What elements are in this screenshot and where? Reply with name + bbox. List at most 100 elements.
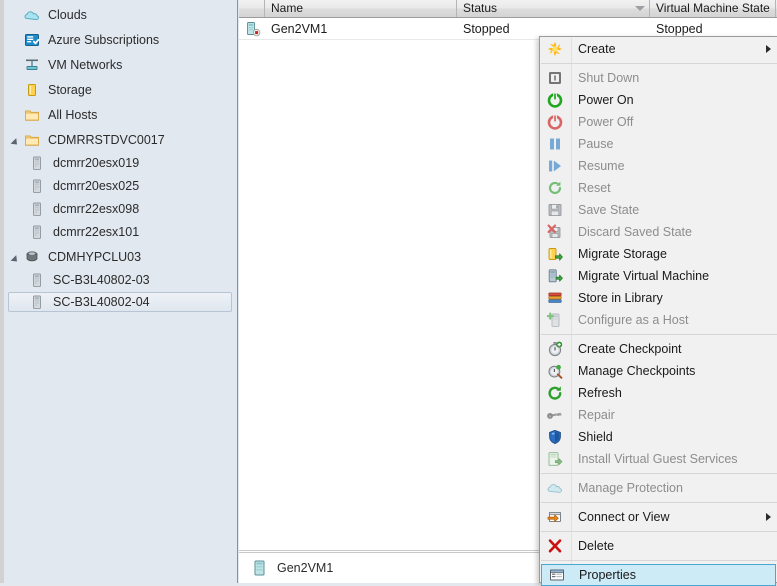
- sidebar-item-dcmrr22esx101[interactable]: dcmrr22esx101: [4, 221, 236, 243]
- create-checkpoint-icon: [540, 338, 570, 360]
- sidebar-item-label: CDMHYPCLU03: [48, 250, 142, 264]
- column-header-label: Name: [271, 1, 304, 15]
- host-icon: [29, 155, 47, 171]
- sidebar-item-cdmrrstdvc0017[interactable]: CDMRRSTDVC0017: [4, 129, 236, 151]
- host-icon: [29, 294, 47, 310]
- menu-item-label: Store in Library: [578, 291, 663, 305]
- folder-icon: [24, 107, 42, 123]
- storage-icon: [24, 82, 42, 98]
- menu-item-power-on[interactable]: Power On: [540, 89, 777, 111]
- column-header-name[interactable]: Name: [265, 0, 457, 17]
- menu-item-label: Create Checkpoint: [578, 342, 682, 356]
- menu-item-install-virtual-guest-services: Install Virtual Guest Services: [540, 448, 777, 470]
- sidebar-item-label: CDMRRSTDVC0017: [48, 133, 165, 147]
- sidebar-item-dcmrr20esx025[interactable]: dcmrr20esx025: [4, 175, 236, 197]
- shutdown-icon: [540, 67, 570, 89]
- discard-saved-state-icon: [540, 221, 570, 243]
- cell-vmstate: Stopped: [656, 21, 703, 36]
- status-bar-text: Gen2VM1: [277, 561, 334, 575]
- vm-icon: [251, 559, 269, 577]
- menu-item-pause: Pause: [540, 133, 777, 155]
- sidebar-item-dcmrr20esx019[interactable]: dcmrr20esx019: [4, 152, 236, 174]
- column-header-label: Status: [463, 1, 498, 15]
- menu-item-refresh[interactable]: Refresh: [540, 382, 777, 404]
- sidebar-item-all-hosts[interactable]: All Hosts: [4, 104, 236, 126]
- menu-item-manage-protection: Manage Protection: [540, 477, 777, 499]
- menu-item-power-off: Power Off: [540, 111, 777, 133]
- sidebar-item-sc-b3l40802-04[interactable]: SC-B3L40802-04: [8, 292, 232, 312]
- cloud-icon: [24, 7, 42, 23]
- sidebar-item-label: All Hosts: [48, 108, 98, 122]
- sidebar-item-label: Storage: [48, 83, 92, 97]
- menu-item-label: Delete: [578, 539, 615, 553]
- install-guest-services-icon: [540, 448, 570, 470]
- sidebar-item-dcmrr22esx098[interactable]: dcmrr22esx098: [4, 198, 236, 220]
- host-tree[interactable]: Clouds Azure Subscriptions VM Networks Stor…: [4, 0, 236, 312]
- menu-item-label: Shut Down: [578, 71, 640, 85]
- submenu-arrow-icon: [759, 513, 777, 521]
- menu-item-label: Refresh: [578, 386, 622, 400]
- sidebar-item-label: dcmrr20esx019: [53, 156, 140, 170]
- azure-subscriptions-icon: [24, 32, 42, 48]
- sidebar-item-cdmhypclu03[interactable]: CDMHYPCLU03: [4, 246, 236, 268]
- menu-item-label: Migrate Storage: [578, 247, 667, 261]
- menu-item-delete[interactable]: Delete: [540, 535, 777, 557]
- resume-icon: [540, 155, 570, 177]
- host-icon: [29, 201, 47, 217]
- save-state-icon: [540, 199, 570, 221]
- menu-item-resume: Resume: [540, 155, 777, 177]
- menu-item-label: Shield: [578, 430, 613, 444]
- cluster-icon: [24, 249, 42, 265]
- store-in-library-icon: [540, 287, 570, 309]
- menu-item-configure-as-a-host: Configure as a Host: [540, 309, 777, 331]
- menu-item-migrate-virtual-machine[interactable]: Migrate Virtual Machine: [540, 265, 777, 287]
- menu-item-label: Properties: [579, 568, 636, 582]
- connect-or-view-icon: [540, 506, 570, 528]
- menu-separator: [541, 473, 777, 474]
- menu-item-create-checkpoint[interactable]: Create Checkpoint: [540, 338, 777, 360]
- column-header-label: Virtual Machine State: [656, 1, 770, 15]
- cell-name: Gen2VM1: [271, 21, 328, 36]
- manage-checkpoints-icon: [540, 360, 570, 382]
- grid-column-headers: Name Status Virtual Machine State: [239, 0, 777, 18]
- menu-item-discard-saved-state: Discard Saved State: [540, 221, 777, 243]
- navigation-sidebar: Clouds Azure Subscriptions VM Networks Stor…: [0, 0, 238, 583]
- menu-item-label: Connect or View: [578, 510, 670, 524]
- sidebar-item-sc-b3l40802-03[interactable]: SC-B3L40802-03: [4, 269, 236, 291]
- submenu-arrow-icon: [759, 45, 777, 53]
- menu-item-reset: Reset: [540, 177, 777, 199]
- menu-item-label: Save State: [578, 203, 640, 217]
- sort-indicator-wrap: [631, 6, 649, 11]
- menu-item-connect-or-view[interactable]: Connect or View: [540, 506, 777, 528]
- menu-item-save-state: Save State: [540, 199, 777, 221]
- vm-context-menu[interactable]: Create Shut Down Power On Power Off Pause Res…: [539, 36, 777, 586]
- menu-item-label: Create: [578, 42, 616, 56]
- sidebar-item-vm-networks[interactable]: VM Networks: [4, 54, 236, 76]
- menu-item-manage-checkpoints[interactable]: Manage Checkpoints: [540, 360, 777, 382]
- menu-item-store-in-library[interactable]: Store in Library: [540, 287, 777, 309]
- configure-as-host-icon: [540, 309, 570, 331]
- column-header-vmstate[interactable]: Virtual Machine State: [650, 0, 776, 17]
- migrate-storage-icon: [540, 243, 570, 265]
- menu-separator: [541, 560, 777, 561]
- menu-item-shield[interactable]: Shield: [540, 426, 777, 448]
- menu-item-create[interactable]: Create: [540, 38, 777, 60]
- cell-status: Stopped: [463, 21, 510, 36]
- tree-expander-icon[interactable]: [10, 134, 23, 147]
- power-on-icon: [540, 89, 570, 111]
- shield-icon: [540, 426, 570, 448]
- column-header-status[interactable]: Status: [457, 0, 650, 17]
- column-header-icon[interactable]: [239, 0, 265, 17]
- tree-expander-icon[interactable]: [10, 251, 23, 264]
- sidebar-item-azure-subscriptions[interactable]: Azure Subscriptions: [4, 29, 236, 51]
- repair-icon: [540, 404, 570, 426]
- sidebar-item-clouds[interactable]: Clouds: [4, 4, 236, 26]
- delete-icon: [540, 535, 570, 557]
- menu-item-label: Power On: [578, 93, 634, 107]
- menu-item-migrate-storage[interactable]: Migrate Storage: [540, 243, 777, 265]
- sidebar-item-storage[interactable]: Storage: [4, 79, 236, 101]
- menu-item-shut-down: Shut Down: [540, 67, 777, 89]
